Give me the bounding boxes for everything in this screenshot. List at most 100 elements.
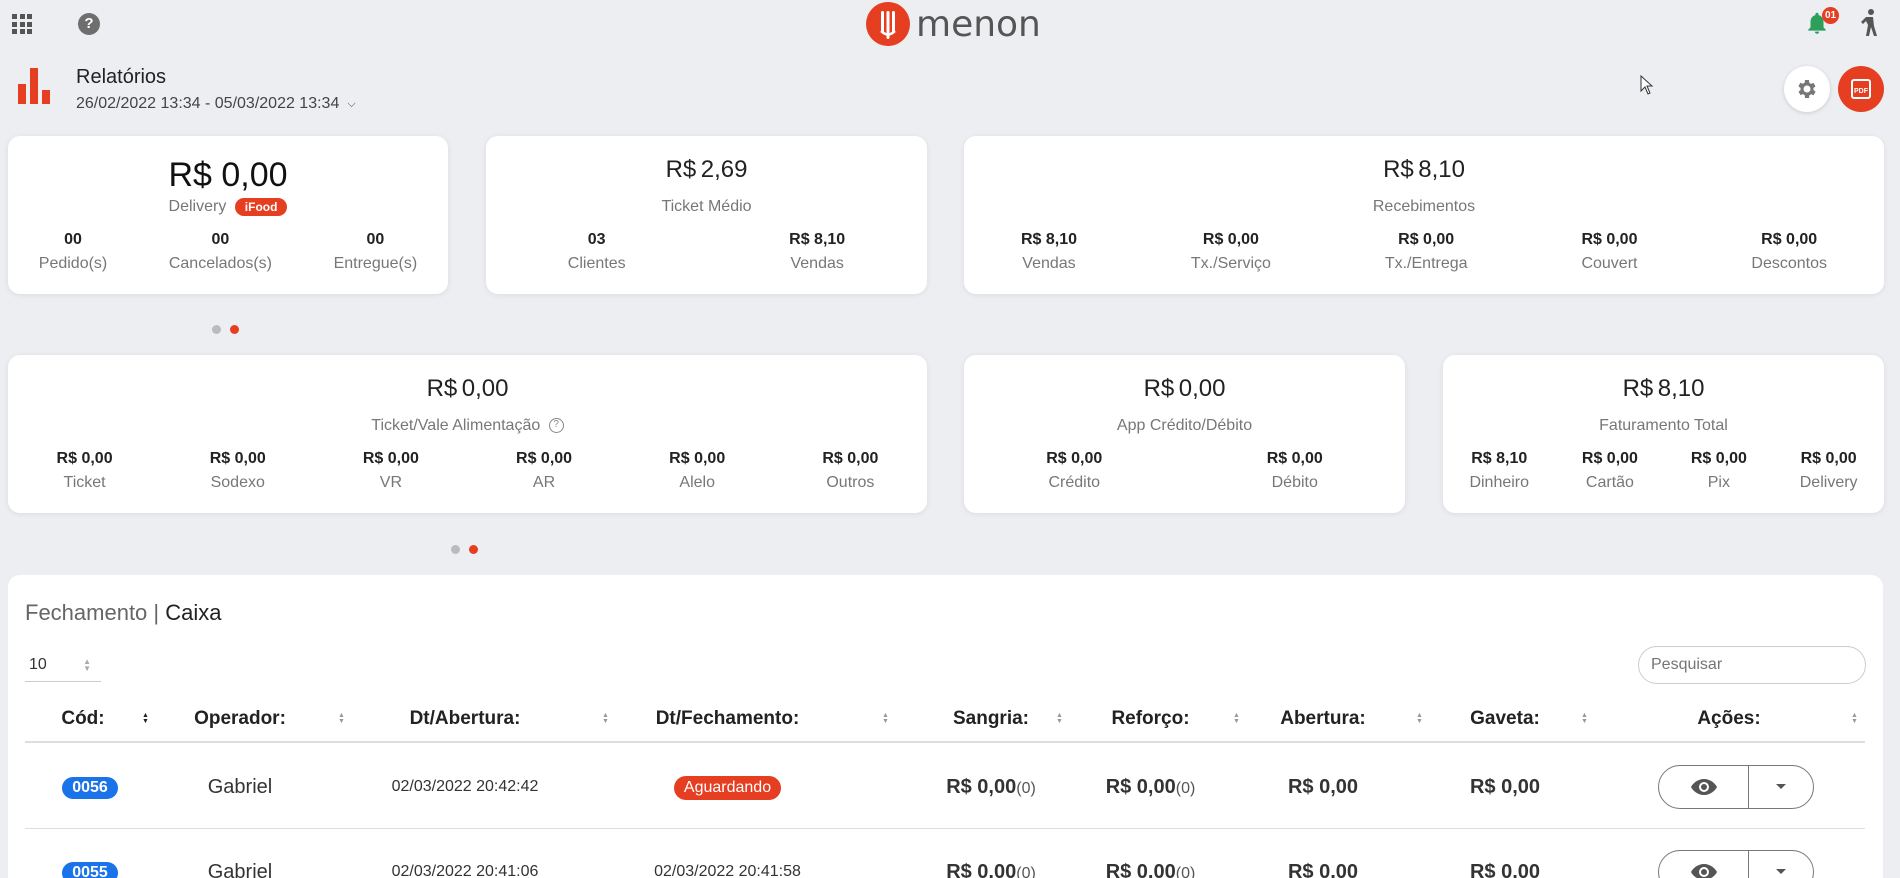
col-header-code[interactable]: Cód: <box>25 695 141 743</box>
ticket-average-label: Ticket Médio <box>661 198 752 215</box>
carousel-dot-active[interactable] <box>469 545 478 554</box>
sangria-value: R$ 0,00 <box>946 776 1017 798</box>
brand-name: menon <box>916 3 1041 45</box>
col-header-gaveta[interactable]: Gaveta: <box>1417 695 1593 743</box>
sort-icon[interactable]: ▲ ▼ <box>1581 712 1588 725</box>
caret-down-icon <box>1776 869 1786 874</box>
table-header: Cód: ▲ ▼ Operador: ▲ ▼ Dt/Abertura: ▲ ▼ Dt/… <box>25 695 1865 743</box>
col-header-abertura[interactable]: Abertura: <box>1235 695 1411 743</box>
stat-item: R$ 0,00 Crédito <box>1046 450 1103 491</box>
operator-cell: Gabriel <box>207 776 273 798</box>
bar-chart-icon <box>16 60 56 108</box>
sort-icon[interactable]: ▲ ▼ <box>1056 712 1063 725</box>
status-badge: Aguardando <box>673 775 782 800</box>
stat-item: R$ 0,00 VR <box>362 450 419 491</box>
eye-icon <box>1690 779 1717 795</box>
reforco-value: R$ 0,00 <box>1105 776 1176 798</box>
top-bar: ? menon 01 <box>0 0 1900 48</box>
carousel-dot[interactable] <box>212 325 221 334</box>
operator-cell: Gabriel <box>207 861 273 878</box>
voucher-label: Ticket/Vale Alimentação <box>371 417 541 434</box>
chevron-down-icon: ⌵ <box>347 97 356 110</box>
col-header-reforco[interactable]: Reforço: <box>1065 695 1236 743</box>
stat-item: 00 Entregue(s) <box>333 231 418 272</box>
stat-item: 00 Cancelados(s) <box>168 231 272 272</box>
page-size-select[interactable]: 10 ▲ ▼ <box>25 650 101 682</box>
stat-item: R$ 0,00 Outros <box>822 450 879 491</box>
delivery-card: R$ 0,00 Delivery iFood 00 Pedido(s) 00 Can… <box>8 136 448 294</box>
revenue-label: Faturamento Total <box>1599 417 1728 434</box>
view-button[interactable] <box>1659 851 1749 878</box>
actions-dropdown-button[interactable] <box>1749 766 1813 808</box>
stat-item: 03 Clientes <box>567 231 626 272</box>
stat-item: R$ 0,00 Alelo <box>669 450 726 491</box>
table-row: 0056 Gabriel 02/03/2022 20:42:42 Aguarda… <box>25 745 1865 829</box>
abertura-value: R$ 0,00 <box>1287 776 1359 798</box>
settings-button[interactable] <box>1784 66 1830 112</box>
opened-date-cell: 02/03/2022 20:41:06 <box>391 863 539 878</box>
stat-item: R$ 0,00 Delivery <box>1799 450 1858 491</box>
gaveta-value: R$ 0,00 <box>1469 776 1541 798</box>
date-range-selector[interactable]: 26/02/2022 13:34 - 05/03/2022 13:34 ⌵ <box>76 95 356 113</box>
help-icon[interactable]: ? <box>78 13 100 35</box>
col-header-closed[interactable]: Dt/Fechamento: <box>605 695 850 743</box>
delivery-amount: R$ 0,00 <box>168 156 288 194</box>
info-icon[interactable]: ? <box>548 418 564 434</box>
sort-icon[interactable]: ▲ ▼ <box>1851 712 1858 725</box>
app-payment-card: R$ 0,00 App Crédito/Débito R$ 0,00 Crédit… <box>964 355 1405 513</box>
notification-count-badge: 01 <box>1822 7 1839 24</box>
code-badge[interactable]: 0055 <box>62 861 118 878</box>
select-arrows-icon: ▲ ▼ <box>83 657 91 673</box>
app-payment-int: 0 <box>1178 375 1193 402</box>
stat-item: R$ 0,00 Ticket <box>56 450 113 491</box>
export-pdf-button[interactable]: PDF <box>1838 66 1884 112</box>
view-button[interactable] <box>1659 766 1749 808</box>
ifood-badge: iFood <box>234 198 288 216</box>
svg-text:PDF: PDF <box>1854 88 1869 95</box>
gear-icon <box>1798 80 1816 98</box>
search-input[interactable] <box>1638 646 1866 684</box>
revenue-int: 8 <box>1657 375 1672 402</box>
stat-item: 00 Pedido(s) <box>38 231 108 272</box>
ticket-average-int: 2 <box>700 156 715 183</box>
delivery-label: Delivery <box>168 198 227 216</box>
page-title: Relatórios <box>76 66 167 88</box>
col-header-operator[interactable]: Operador: <box>155 695 325 743</box>
stat-item: R$ 0,00 Cartão <box>1581 450 1638 491</box>
brand-logo[interactable]: menon <box>866 2 1041 46</box>
carousel-dot-active[interactable] <box>230 325 239 334</box>
sangria-value: R$ 0,00 <box>946 861 1017 878</box>
abertura-value: R$ 0,00 <box>1287 861 1359 878</box>
eye-icon <box>1690 864 1717 878</box>
row-actions <box>1658 850 1814 878</box>
caret-down-icon <box>1776 784 1786 789</box>
closed-date-cell: 02/03/2022 20:41:58 <box>654 863 801 878</box>
sort-desc-icon[interactable]: ▲ ▼ <box>142 712 149 725</box>
ticket-average-card: R$ 2,69 Ticket Médio 03 Clientes R$ 8,10 V… <box>486 136 927 294</box>
col-header-opened[interactable]: Dt/Abertura: <box>345 695 585 743</box>
code-badge[interactable]: 0056 <box>62 776 118 799</box>
sort-icon[interactable]: ▲ ▼ <box>338 712 345 725</box>
stat-item: R$ 8,10 Vendas <box>1020 231 1077 272</box>
voucher-card: R$ 0,00 Ticket/Vale Alimentação ? R$ 0,0… <box>8 355 927 513</box>
actions-dropdown-button[interactable] <box>1749 851 1813 878</box>
receipts-label: Recebimentos <box>1372 198 1476 215</box>
cash-closing-table-card: Fechamento | Caixa 10 ▲▼ Cód: ▲▼ Operado… <box>8 575 1883 878</box>
receipts-int: 8 <box>1418 156 1432 183</box>
table-title: Fechamento | Caixa <box>25 600 222 625</box>
receipts-card: R$ 8,10 Recebimentos R$ 8,10 Vendas R$ 0,… <box>964 136 1884 294</box>
reforco-value: R$ 0,00 <box>1105 861 1176 878</box>
total-revenue-card: R$ 8,10 Faturamento Total R$ 8,10 Dinheir… <box>1443 355 1884 513</box>
stat-item: R$ 0,00 Tx./Serviço <box>1190 231 1271 272</box>
stat-item: R$ 0,00 AR <box>516 450 573 491</box>
opened-date-cell: 02/03/2022 20:42:42 <box>391 778 539 795</box>
apps-grid-icon[interactable] <box>12 14 32 34</box>
gaveta-value: R$ 0,00 <box>1469 861 1541 878</box>
report-header: Relatórios 26/02/2022 13:34 - 05/03/2022… <box>16 60 356 113</box>
stat-item: R$ 0,00 Débito <box>1266 450 1323 491</box>
carousel-dots-2 <box>451 545 478 554</box>
user-walking-icon[interactable] <box>1858 8 1882 38</box>
stat-item: R$ 8,10 Dinheiro <box>1469 450 1530 491</box>
carousel-dot[interactable] <box>451 545 460 554</box>
stat-item: R$ 0,00 Tx./Entrega <box>1384 231 1468 272</box>
